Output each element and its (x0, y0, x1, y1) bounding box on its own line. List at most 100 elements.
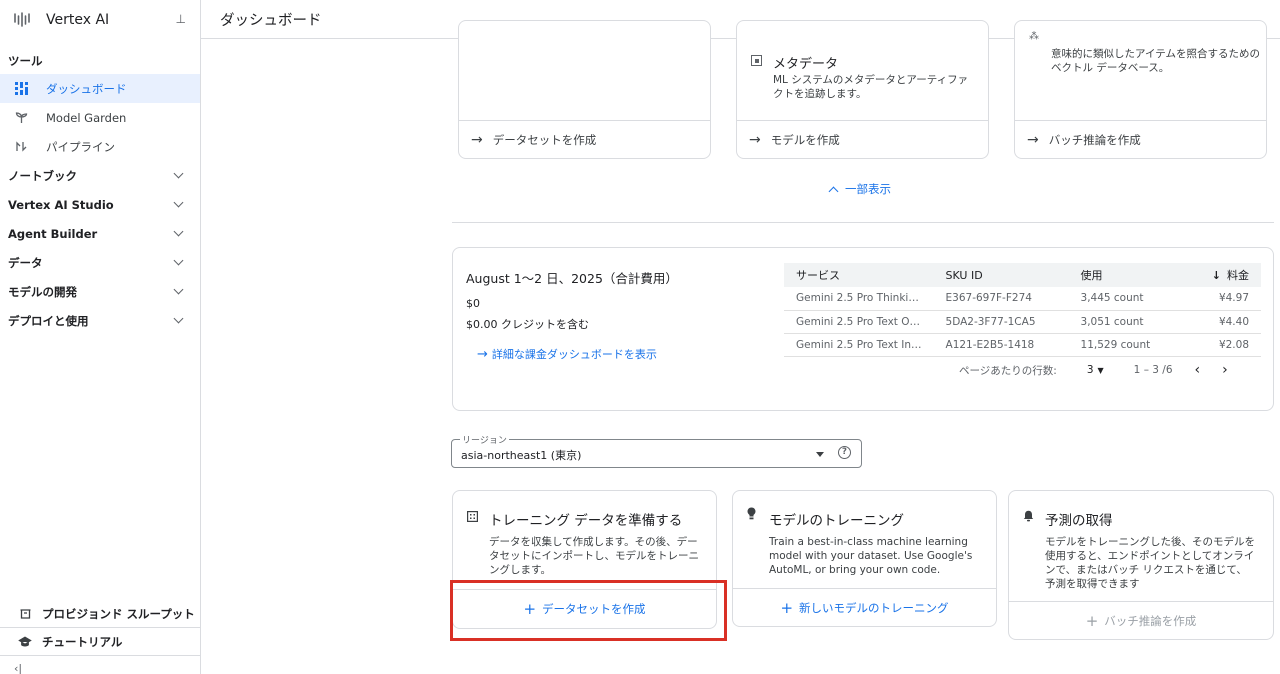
top-card-vector-search: ⁂ 意味的に類似したアイテムを照合するためのベクトル データベース。 → バッチ… (1014, 20, 1267, 159)
billing-credit: $0.00 クレジットを含む (466, 318, 589, 331)
column-header-service[interactable]: サービス (784, 263, 934, 287)
billing-title: August 1〜2 日、2025（合計費用） (466, 271, 678, 286)
region-value: asia-northeast1 (東京) (461, 449, 582, 462)
cell-cost: ¥4.97 (1178, 287, 1261, 311)
sidebar-item-label: パイプライン (46, 139, 115, 154)
help-icon[interactable]: ? (838, 446, 851, 459)
create-batch-inference-link[interactable]: → バッチ推論を作成 (1015, 120, 1266, 158)
app-title: Vertex AI (46, 11, 110, 28)
collapse-sidebar-icon[interactable]: ‹| (14, 662, 22, 674)
billing-table: サービス SKU ID 使用 ↓ 料金 Gemini 2.5 Pro Thinki… (784, 263, 1261, 357)
region-select[interactable]: リージョン asia-northeast1 (東京) ? (451, 433, 862, 468)
chevron-up-icon (828, 186, 839, 196)
card-description: Train a best-in-class machine learning m… (769, 536, 973, 576)
cell-sku-id: E367-697F-F274 (933, 287, 1069, 311)
chevron-down-icon (173, 197, 184, 208)
show-less-button[interactable]: 一部表示 (826, 181, 891, 197)
rows-per-page-label: ページあたりの行数: (959, 364, 1057, 377)
top-card-datasets: → データセットを作成 (458, 20, 711, 159)
sidebar-group-deploy-and-use[interactable]: デプロイと使用 (0, 306, 200, 335)
card-get-predictions: 予測の取得 モデルをトレーニングした後、そのモデルを使用すると、エンドポイントと… (1008, 490, 1274, 640)
sidebar-group-label: デプロイと使用 (8, 313, 89, 328)
sidebar: Vertex AI ⊥ ツール ダッシュボード Model Garden パイプ… (0, 0, 201, 674)
dropdown-arrow-icon: ▼ (1097, 366, 1104, 375)
sidebar-item-provisioned-throughput[interactable]: プロビジョンド スループット (0, 600, 200, 627)
previous-page-button[interactable]: ‹ (1195, 362, 1201, 378)
vector-search-icon: ⁂ (1029, 31, 1039, 42)
sidebar-item-label: ダッシュボード (46, 81, 127, 96)
dataset-icon (467, 511, 479, 525)
card-title: トレーニング データを準備する (489, 513, 683, 529)
billing-card: August 1〜2 日、2025（合計費用） $0 $0.00 クレジットを含… (452, 247, 1274, 411)
sidebar-item-label: Model Garden (46, 110, 127, 125)
card-title: メタデータ (773, 57, 839, 72)
sidebar-group-label: Vertex AI Studio (8, 197, 114, 212)
table-header-row: サービス SKU ID 使用 ↓ 料金 (784, 263, 1261, 287)
sidebar-group-vertex-ai-studio[interactable]: Vertex AI Studio (0, 190, 200, 219)
top-card-metadata: メタデータ ML システムのメタデータとアーティファクトを追跡します。 → モデ… (736, 20, 989, 159)
sidebar-group-data[interactable]: データ (0, 248, 200, 277)
column-header-cost[interactable]: ↓ 料金 (1178, 263, 1261, 287)
create-dataset-link[interactable]: → データセットを作成 (459, 120, 710, 158)
sidebar-group-label: Agent Builder (8, 226, 98, 241)
sidebar-group-agent-builder[interactable]: Agent Builder (0, 219, 200, 248)
card-description: ML システムのメタデータとアーティファクトを追跡します。 (773, 74, 969, 100)
sidebar-group-model-development[interactable]: モデルの開発 (0, 277, 200, 306)
create-batch-inference-button[interactable]: + バッチ推論を作成 (1009, 601, 1273, 639)
metadata-icon (751, 55, 762, 66)
chevron-down-icon (173, 168, 184, 179)
cell-service: Gemini 2.5 Pro Text In… (784, 333, 934, 357)
table-row: Gemini 2.5 Pro Text O… 5DA2-3F77-1CA5 3,… (784, 310, 1261, 334)
page-title: ダッシュボード (220, 12, 322, 29)
cell-service: Gemini 2.5 Pro Text O… (784, 310, 934, 334)
rows-per-page-select[interactable]: 3 ▼ (1087, 364, 1104, 376)
cell-cost: ¥2.08 (1178, 333, 1261, 357)
next-page-button[interactable]: › (1222, 362, 1228, 378)
sidebar-header: Vertex AI ⊥ (0, 0, 200, 39)
chevron-down-icon (173, 226, 184, 237)
sidebar-group-label: ノートブック (8, 168, 77, 183)
plus-icon: + (780, 598, 794, 617)
sidebar-item-tutorials[interactable]: チュートリアル (0, 628, 200, 655)
cell-sku-id: A121-E2B5-1418 (933, 333, 1069, 357)
sidebar-item-model-garden[interactable]: Model Garden (0, 103, 200, 132)
card-description: データを収集して作成します。その後、データセットにインポートし、モデルをトレーニ… (489, 536, 699, 576)
sidebar-item-label: プロビジョンド スループット (42, 606, 195, 621)
sidebar-item-dashboard[interactable]: ダッシュボード (0, 74, 200, 103)
cell-cost: ¥4.40 (1178, 310, 1261, 334)
column-header-usage[interactable]: 使用 (1068, 263, 1179, 287)
action-label: 新しいモデルのトレーニング (799, 600, 949, 615)
create-model-link[interactable]: → モデルを作成 (737, 120, 988, 158)
vertex-ai-logo-icon (14, 11, 30, 27)
chevron-down-icon (173, 255, 184, 266)
card-train-model: モデルのトレーニング Train a best-in-class machine… (732, 490, 997, 627)
column-header-sku-id[interactable]: SKU ID (933, 263, 1069, 287)
sidebar-group-notebooks[interactable]: ノートブック (0, 161, 200, 190)
chevron-down-icon (173, 284, 184, 295)
action-label: モデルを作成 (770, 132, 840, 147)
school-icon (18, 635, 32, 649)
divider (452, 222, 1274, 223)
cell-usage: 3,051 count (1068, 310, 1179, 334)
arrow-forward-icon: → (471, 131, 483, 148)
table-row: Gemini 2.5 Pro Thinki… E367-697F-F274 3,… (784, 287, 1261, 311)
billing-dashboard-link[interactable]: → 詳細な課金ダッシュボードを表示 (477, 346, 657, 362)
rows-per-page-value: 3 (1086, 364, 1094, 376)
card-title: モデルのトレーニング (769, 513, 904, 529)
show-less-label: 一部表示 (845, 182, 891, 196)
sidebar-item-pipelines[interactable]: パイプライン (0, 132, 200, 161)
card-description: 意味的に類似したアイテムを照合するためのベクトル データベース。 (1051, 48, 1260, 74)
train-new-model-button[interactable]: + 新しいモデルのトレーニング (733, 588, 996, 626)
divider (0, 655, 200, 656)
pin-icon[interactable]: ⊥ (176, 12, 186, 26)
sidebar-group-label: モデルの開発 (8, 284, 77, 299)
sidebar-bottom: プロビジョンド スループット チュートリアル (0, 600, 200, 656)
arrow-forward-icon: → (477, 347, 488, 362)
page-range: 1 – 3 /6 (1133, 364, 1173, 376)
chevron-down-icon (173, 313, 184, 324)
sidebar-item-label: チュートリアル (42, 634, 123, 649)
dashboard-icon (14, 82, 28, 96)
sort-arrow-down-icon: ↓ (1211, 269, 1221, 282)
card-description: モデルをトレーニングした後、そのモデルを使用すると、エンドポイントとしてオンライ… (1045, 536, 1255, 590)
table-pager: ページあたりの行数: 3 ▼ 1 – 3 /6 ‹ › (959, 362, 1228, 378)
